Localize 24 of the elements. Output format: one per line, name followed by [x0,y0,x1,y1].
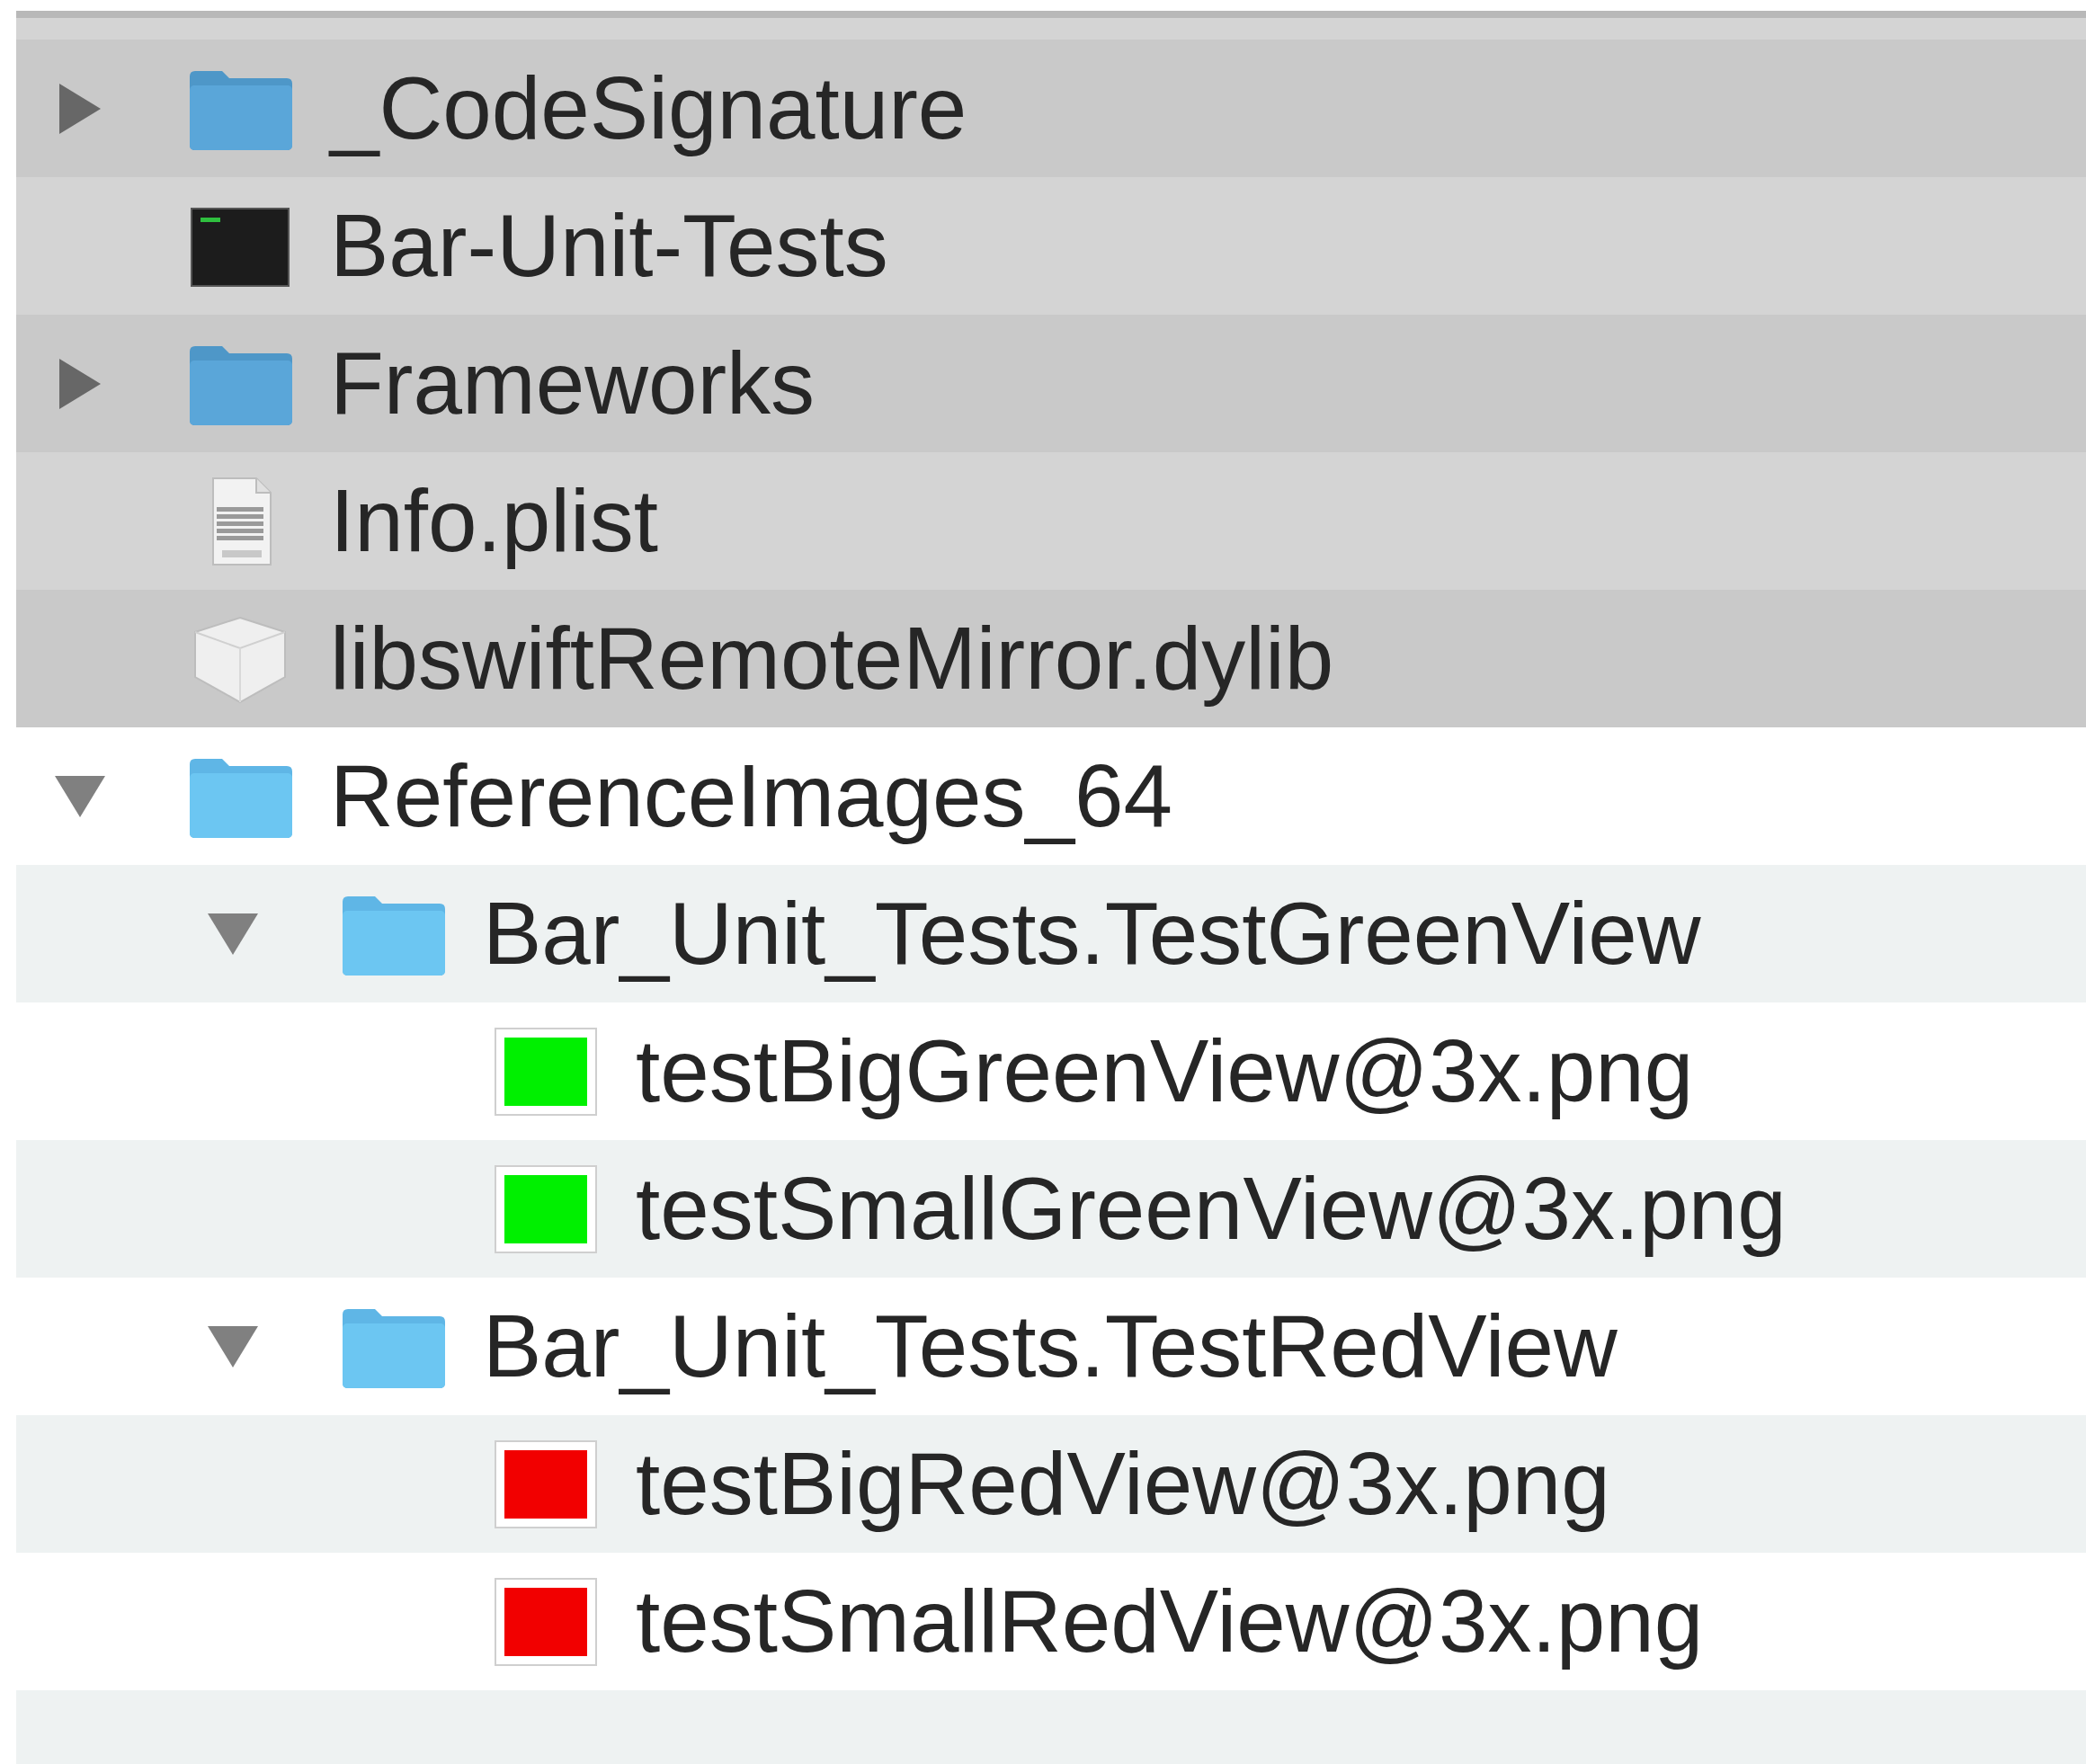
file-name: testSmallGreenView@3x.png [636,1160,1787,1258]
file-row[interactable]: libswiftRemoteMirror.dylib [16,590,2086,727]
file-name: ReferenceImages_64 [330,747,1173,845]
file-name: Frameworks [330,334,816,432]
file-row[interactable]: Bar_Unit_Tests.TestRedView [16,1278,2086,1415]
file-row[interactable]: Bar_Unit_Tests.TestGreenView [16,865,2086,1002]
file-row[interactable]: Frameworks [16,315,2086,452]
file-name: testBigGreenView@3x.png [636,1022,1694,1120]
file-name: libswiftRemoteMirror.dylib [330,610,1334,708]
file-row[interactable]: testSmallRedView@3x.png [16,1553,2086,1690]
file-row[interactable]: testBigGreenView@3x.png [16,1002,2086,1140]
file-name: testSmallRedView@3x.png [636,1572,1704,1670]
file-name: _CodeSignature [330,59,967,157]
file-row[interactable]: ReferenceImages_64 [16,727,2086,865]
file-name: Info.plist [330,472,658,570]
file-row[interactable]: Bar-Unit-Tests [16,177,2086,315]
file-name: testBigRedView@3x.png [636,1435,1610,1533]
file-row[interactable]: _CodeSignature [16,40,2086,177]
file-row[interactable]: Info.plist [16,452,2086,590]
file-name: Bar-Unit-Tests [330,197,888,295]
file-row[interactable]: testSmallGreenView@3x.png [16,1140,2086,1278]
file-row[interactable]: testBigRedView@3x.png [16,1415,2086,1553]
file-name: Bar_Unit_Tests.TestRedView [483,1297,1618,1395]
file-name: Bar_Unit_Tests.TestGreenView [483,885,1701,983]
